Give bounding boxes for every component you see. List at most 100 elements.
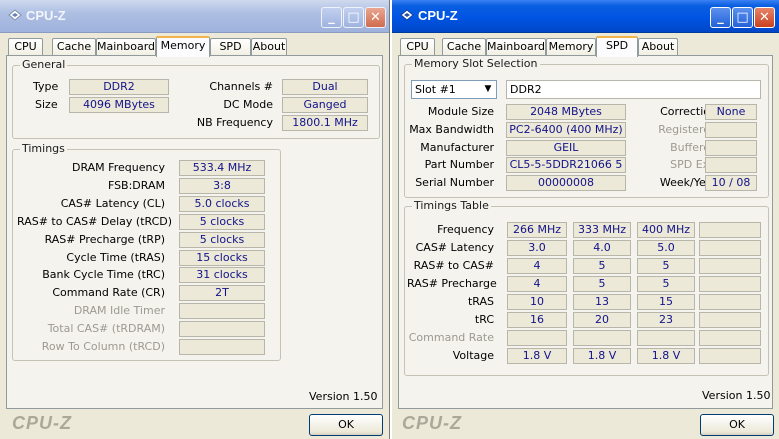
tab-cpu[interactable]: CPU bbox=[400, 38, 435, 56]
timing-value: 15 clocks bbox=[179, 249, 265, 266]
timing-value: 5.0 clocks bbox=[179, 195, 265, 212]
tab-cpu[interactable]: CPU bbox=[8, 38, 43, 56]
minimize-button[interactable]: _ bbox=[710, 7, 731, 28]
timings-table-cell: 3.0 bbox=[507, 240, 567, 256]
cpuz-brand-logo: CPU-Z bbox=[12, 413, 72, 433]
type-value: DDR2 bbox=[69, 79, 169, 95]
title-bar[interactable]: CPU-Z _ □ ✕ bbox=[392, 0, 779, 33]
type-label: Type bbox=[33, 80, 59, 93]
cpuz-app-icon bbox=[400, 9, 414, 21]
close-button[interactable]: ✕ bbox=[754, 7, 775, 28]
tab-about[interactable]: About bbox=[251, 38, 287, 56]
size-value: 4096 MBytes bbox=[69, 97, 169, 113]
slot-select[interactable]: Slot #1 ▼ bbox=[411, 80, 497, 99]
timings-table-label: RAS# to CAS# bbox=[413, 259, 494, 272]
window-title: CPU-Z bbox=[26, 8, 66, 23]
slot-field-label: Manufacturer bbox=[420, 140, 494, 154]
timings-table-cell: 5 bbox=[573, 258, 631, 274]
version-label: Version 1.50 bbox=[702, 389, 771, 402]
tab-memory[interactable]: Memory bbox=[546, 38, 596, 56]
slot-field-value: CL5-5-5DDR21066 5 bbox=[506, 157, 626, 174]
timing-value: 533.4 MHz bbox=[179, 160, 265, 176]
ok-button[interactable]: OK bbox=[700, 414, 774, 436]
maximize-icon: □ bbox=[347, 10, 360, 25]
timings-table-cell: 23 bbox=[637, 312, 695, 328]
timings-table-cell: 15 bbox=[637, 294, 695, 310]
timing-value bbox=[179, 303, 265, 320]
general-group: General Type DDR2 Size 4096 MBytes Chann… bbox=[12, 59, 380, 139]
channels-label: Channels # bbox=[209, 80, 273, 93]
timings-table-cell: 5.0 bbox=[637, 240, 695, 256]
maximize-button[interactable]: □ bbox=[732, 7, 753, 28]
timings-table-cell: 4 bbox=[507, 258, 567, 274]
tab-spd[interactable]: SPD bbox=[596, 36, 638, 57]
slot-selected: Slot #1 bbox=[415, 83, 456, 96]
tab-about[interactable]: About bbox=[638, 38, 678, 56]
slot-field-value: 00000008 bbox=[506, 175, 626, 192]
maximize-button[interactable]: □ bbox=[343, 7, 364, 28]
cpuz-app-icon bbox=[8, 9, 22, 21]
spd-panel: Memory Slot Selection Slot #1 ▼ DDR2 Mod… bbox=[398, 55, 773, 409]
timings-table-cell: 400 MHz bbox=[637, 222, 695, 238]
timings-table-label: RAS# Precharge bbox=[407, 277, 497, 290]
timings-table-cell bbox=[699, 258, 761, 274]
timings-table-cell bbox=[699, 240, 761, 256]
timing-label: Bank Cycle Time (tRC) bbox=[42, 268, 165, 282]
timings-table-label: CAS# Latency bbox=[415, 241, 494, 254]
tab-mainboard[interactable]: Mainboard bbox=[96, 38, 156, 56]
timings-table-cell bbox=[699, 222, 761, 238]
timings-table-label: tRC bbox=[474, 313, 494, 326]
timing-label: FSB:DRAM bbox=[107, 178, 165, 192]
timings-table-cell: 10 bbox=[507, 294, 567, 310]
timings-table-cell: 5 bbox=[637, 276, 695, 292]
title-bar[interactable]: CPU-Z _ □ ✕ bbox=[0, 0, 389, 33]
tab-cache[interactable]: Cache bbox=[52, 38, 96, 56]
slot-field-value: PC2-6400 (400 MHz) bbox=[506, 121, 626, 138]
timing-label: DRAM Idle Timer bbox=[73, 304, 165, 318]
slot-field-label: Max Bandwidth bbox=[409, 122, 494, 136]
close-icon: ✕ bbox=[370, 10, 381, 25]
tab-mainboard[interactable]: Mainboard bbox=[486, 38, 546, 56]
chevron-down-icon: ▼ bbox=[480, 82, 495, 97]
general-title: General bbox=[20, 58, 68, 71]
timings-table-cell bbox=[699, 276, 761, 292]
timings-table-cell bbox=[699, 294, 761, 310]
dc-mode-value: Ganged bbox=[282, 97, 368, 113]
cpuz-brand-logo: CPU-Z bbox=[402, 413, 462, 433]
timings-table-cell bbox=[573, 330, 631, 346]
close-icon: ✕ bbox=[759, 10, 770, 25]
minimize-button[interactable]: _ bbox=[321, 7, 342, 28]
timings-table-cell: 1.8 V bbox=[637, 348, 695, 364]
timing-label: DRAM Frequency bbox=[71, 161, 165, 174]
version-label: Version 1.50 bbox=[309, 390, 378, 403]
slot-field-label: Module Size bbox=[427, 105, 494, 118]
timings-table-cell: 20 bbox=[573, 312, 631, 328]
timing-value bbox=[179, 339, 265, 355]
memory-slot-title: Memory Slot Selection bbox=[412, 57, 540, 70]
timings-table-cell: 266 MHz bbox=[507, 222, 567, 238]
tab-cache[interactable]: Cache bbox=[442, 38, 486, 56]
channels-value: Dual bbox=[282, 79, 368, 95]
timings-table-cell bbox=[699, 330, 761, 346]
timings-table-label: Command Rate bbox=[408, 331, 494, 344]
slot-field-value: GEIL bbox=[506, 139, 626, 156]
nb-frequency-value: 1800.1 MHz bbox=[282, 115, 368, 131]
timings-table-cell: 5 bbox=[637, 258, 695, 274]
tab-spd[interactable]: SPD bbox=[210, 38, 251, 56]
cpuz-spd-window: CPU-Z _ □ ✕ CPU Cache Mainboard Memory S… bbox=[392, 0, 779, 439]
timing-label: RAS# Precharge (tRP) bbox=[44, 232, 165, 246]
nb-frequency-label: NB Frequency bbox=[196, 116, 273, 129]
timing-label: Command Rate (CR) bbox=[52, 286, 165, 300]
timings-table-cell bbox=[637, 330, 695, 346]
slot-field-value bbox=[705, 157, 757, 174]
ok-button[interactable]: OK bbox=[309, 414, 383, 436]
tab-strip: CPU Cache Mainboard Memory SPD About bbox=[6, 36, 383, 57]
close-button[interactable]: ✕ bbox=[365, 7, 386, 28]
timings-table-cell bbox=[699, 312, 761, 328]
timings-table-cell: 4 bbox=[507, 276, 567, 292]
slot-memory-type: DDR2 bbox=[506, 80, 761, 99]
minimize-icon: _ bbox=[328, 10, 335, 25]
timings-table-label: Frequency bbox=[437, 223, 494, 236]
memory-slot-group: Memory Slot Selection Slot #1 ▼ DDR2 Mod… bbox=[404, 58, 769, 198]
tab-memory[interactable]: Memory bbox=[156, 36, 210, 57]
